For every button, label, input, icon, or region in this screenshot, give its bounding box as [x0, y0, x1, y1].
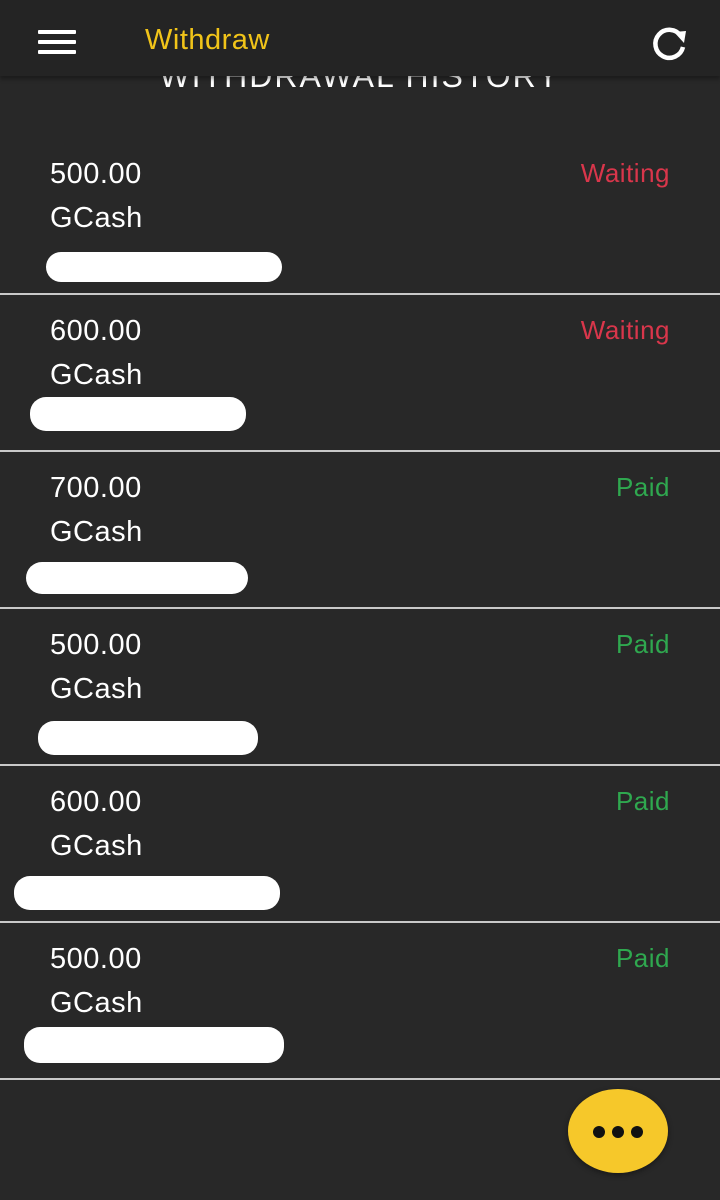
payment-method: GCash: [50, 987, 143, 1019]
history-item[interactable]: 500.00 GCash Paid: [0, 609, 720, 766]
redaction-mark: [24, 1027, 284, 1063]
redaction-mark: [38, 721, 258, 755]
page-title: Withdraw: [145, 24, 270, 56]
payment-method: GCash: [50, 673, 143, 705]
redaction-mark: [46, 252, 282, 282]
redaction-mark: [30, 397, 246, 431]
more-horizontal-icon: [593, 1126, 605, 1138]
status-badge: Waiting: [580, 158, 670, 188]
payment-method: GCash: [50, 202, 143, 234]
status-badge: Paid: [615, 943, 670, 973]
payment-method: GCash: [50, 516, 143, 548]
history-item[interactable]: 600.00 GCash Waiting: [0, 295, 720, 452]
app-bar: Withdraw: [0, 0, 720, 76]
amount: 700.00: [50, 472, 142, 504]
status-badge: Paid: [615, 472, 670, 502]
amount: 500.00: [50, 943, 142, 975]
withdrawal-history-list: 500.00 GCash Waiting 600.00 GCash Waitin…: [0, 138, 720, 1080]
history-item[interactable]: 500.00 GCash Waiting: [0, 138, 720, 295]
amount: 500.00: [50, 629, 142, 661]
history-item[interactable]: 700.00 GCash Paid: [0, 452, 720, 609]
amount: 600.00: [50, 315, 142, 347]
more-options-button[interactable]: [568, 1089, 668, 1173]
more-horizontal-icon: [631, 1126, 643, 1138]
status-badge: Waiting: [580, 315, 670, 345]
redaction-mark: [26, 562, 248, 594]
history-item[interactable]: 600.00 GCash Paid: [0, 766, 720, 923]
status-badge: Paid: [615, 629, 670, 659]
payment-method: GCash: [50, 830, 143, 862]
refresh-icon[interactable]: [644, 20, 694, 70]
status-badge: Paid: [615, 786, 670, 816]
amount: 500.00: [50, 158, 142, 190]
hamburger-menu-icon[interactable]: [24, 18, 88, 62]
redaction-mark: [14, 876, 280, 910]
history-item[interactable]: 500.00 GCash Paid: [0, 923, 720, 1080]
withdraw-screen: Withdraw WITHDRAWAL HISTORY 500.00 GCash…: [0, 0, 720, 1200]
amount: 600.00: [50, 786, 142, 818]
payment-method: GCash: [50, 359, 143, 391]
more-horizontal-icon: [612, 1126, 624, 1138]
